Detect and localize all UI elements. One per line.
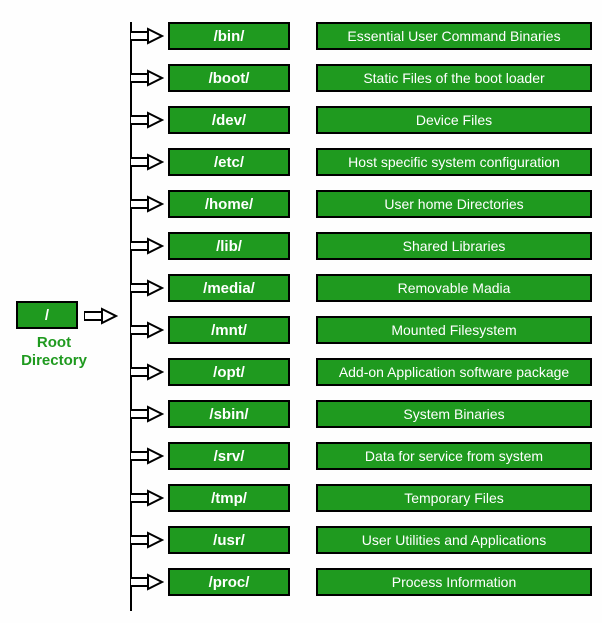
directory-row: /etc/Host specific system configuration (130, 148, 592, 176)
description-text: Data for service from system (365, 448, 543, 464)
description-box: Device Files (316, 106, 592, 134)
directory-box: /bin/ (168, 22, 290, 50)
description-text: Add-on Application software package (339, 364, 569, 380)
directory-name: /sbin/ (209, 406, 248, 423)
directory-row: /proc/Process Information (130, 568, 592, 596)
description-text: System Binaries (403, 406, 504, 422)
description-box: Temporary Files (316, 484, 592, 512)
directory-row: /lib/Shared Libraries (130, 232, 592, 260)
description-text: Temporary Files (404, 490, 504, 506)
arrow-icon (130, 69, 164, 87)
directory-box: /boot/ (168, 64, 290, 92)
directory-name: /media/ (203, 280, 255, 297)
arrow-icon (130, 111, 164, 129)
description-box: User Utilities and Applications (316, 526, 592, 554)
description-text: Process Information (392, 574, 517, 590)
directory-row: /srv/Data for service from system (130, 442, 592, 470)
directory-row: /sbin/System Binaries (130, 400, 592, 428)
description-box: Static Files of the boot loader (316, 64, 592, 92)
description-text: Shared Libraries (403, 238, 506, 254)
directory-box: /etc/ (168, 148, 290, 176)
description-text: Removable Madia (398, 280, 511, 296)
arrow-icon (130, 321, 164, 339)
description-box: Process Information (316, 568, 592, 596)
directory-name: /proc/ (209, 574, 250, 591)
directory-row: /opt/Add-on Application software package (130, 358, 592, 386)
directory-row: /mnt/Mounted Filesystem (130, 316, 592, 344)
directory-box: /usr/ (168, 526, 290, 554)
directory-box: /lib/ (168, 232, 290, 260)
description-box: User home Directories (316, 190, 592, 218)
arrow-icon (130, 573, 164, 591)
arrow-icon (130, 153, 164, 171)
directory-row: /tmp/Temporary Files (130, 484, 592, 512)
description-text: Essential User Command Binaries (347, 28, 560, 44)
arrow-icon (130, 237, 164, 255)
description-box: Shared Libraries (316, 232, 592, 260)
description-box: Mounted Filesystem (316, 316, 592, 344)
arrow-icon (130, 531, 164, 549)
directory-name: /opt/ (213, 364, 245, 381)
directory-name: /boot/ (209, 70, 250, 87)
diagram-container: / Root Directory /bin/Essential User Com… (0, 0, 602, 623)
description-box: System Binaries (316, 400, 592, 428)
arrow-icon (130, 363, 164, 381)
directory-name: /home/ (205, 196, 253, 213)
directory-name: /etc/ (214, 154, 244, 171)
directory-row: /home/User home Directories (130, 190, 592, 218)
directory-row: /dev/Device Files (130, 106, 592, 134)
description-text: Host specific system configuration (348, 154, 560, 170)
directory-row: /boot/Static Files of the boot loader (130, 64, 592, 92)
description-box: Data for service from system (316, 442, 592, 470)
directory-box: /mnt/ (168, 316, 290, 344)
description-text: Static Files of the boot loader (363, 70, 544, 86)
directory-row: /bin/Essential User Command Binaries (130, 22, 592, 50)
directory-name: /usr/ (213, 532, 245, 549)
description-box: Host specific system configuration (316, 148, 592, 176)
directory-row: /usr/User Utilities and Applications (130, 526, 592, 554)
directory-box: /media/ (168, 274, 290, 302)
directory-name: /tmp/ (211, 490, 247, 507)
directory-name: /dev/ (212, 112, 246, 129)
directory-row: /media/Removable Madia (130, 274, 592, 302)
directory-box: /sbin/ (168, 400, 290, 428)
description-text: User home Directories (384, 196, 523, 212)
arrow-icon (130, 405, 164, 423)
directory-box: /srv/ (168, 442, 290, 470)
arrow-icon (130, 489, 164, 507)
arrow-icon (130, 195, 164, 213)
directory-name: /lib/ (216, 238, 242, 255)
arrow-icon (84, 307, 118, 325)
directory-box: /dev/ (168, 106, 290, 134)
arrow-icon (130, 279, 164, 297)
directory-name: /mnt/ (211, 322, 247, 339)
root-label: Root Directory (16, 334, 92, 370)
root-symbol-box: / (16, 301, 78, 329)
description-text: Mounted Filesystem (391, 322, 516, 338)
directory-name: /srv/ (214, 448, 245, 465)
directory-box: /proc/ (168, 568, 290, 596)
directory-name: /bin/ (214, 28, 245, 45)
directory-box: /home/ (168, 190, 290, 218)
directory-box: /opt/ (168, 358, 290, 386)
description-text: User Utilities and Applications (362, 532, 546, 548)
description-box: Add-on Application software package (316, 358, 592, 386)
description-text: Device Files (416, 112, 492, 128)
description-box: Essential User Command Binaries (316, 22, 592, 50)
arrow-icon (130, 447, 164, 465)
arrow-icon (130, 27, 164, 45)
description-box: Removable Madia (316, 274, 592, 302)
root-symbol: / (45, 307, 49, 324)
directory-box: /tmp/ (168, 484, 290, 512)
